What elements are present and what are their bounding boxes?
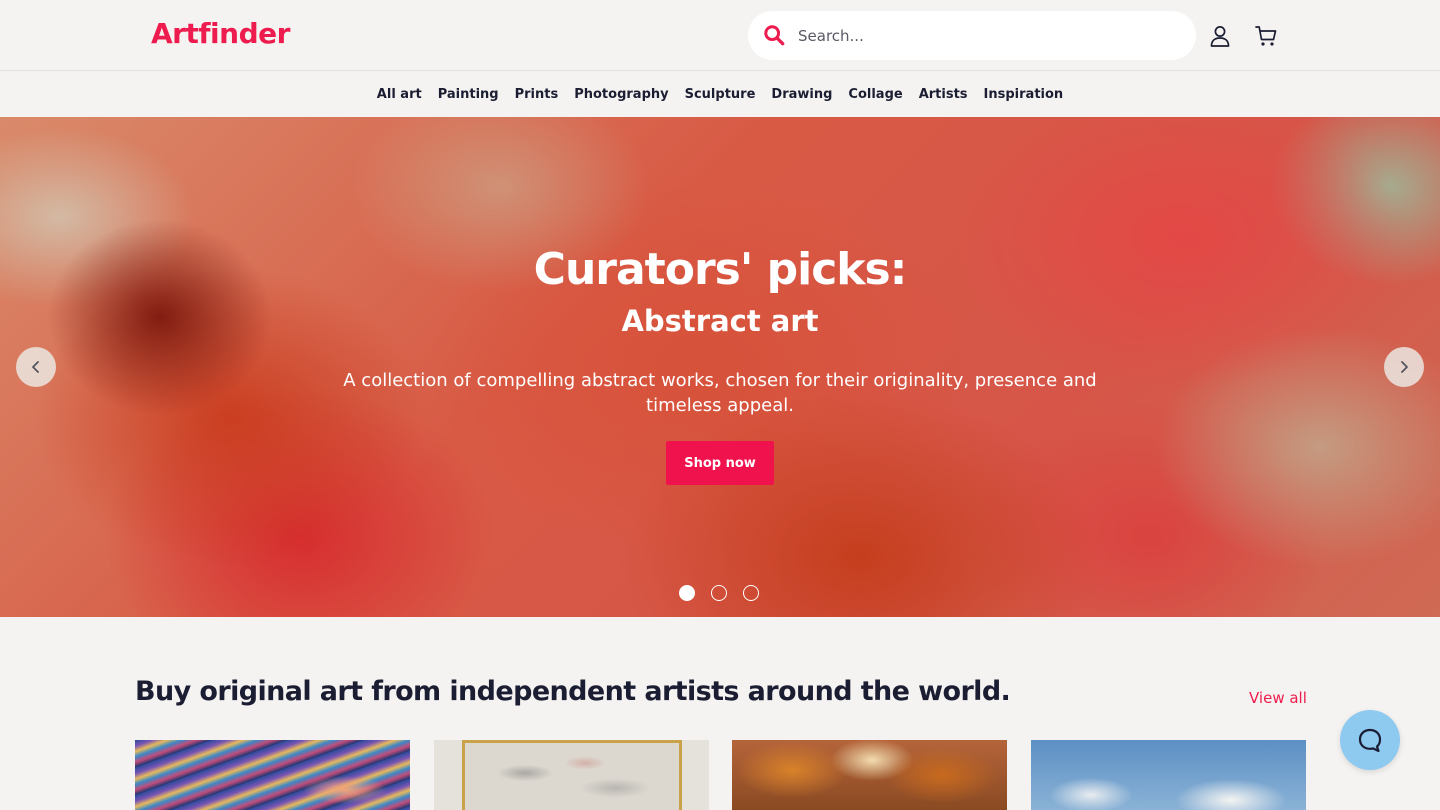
shop-now-button[interactable]: Shop now xyxy=(666,441,774,485)
user-icon[interactable] xyxy=(1208,24,1232,48)
nav-item-drawing[interactable]: Drawing xyxy=(771,87,832,102)
artfinder-logo[interactable]: Artfinder xyxy=(151,17,290,50)
nav-item-collage[interactable]: Collage xyxy=(848,87,902,102)
section-title: Buy original art from independent artist… xyxy=(135,676,1011,707)
carousel-prev-button[interactable] xyxy=(16,347,56,387)
artwork-frame xyxy=(462,740,682,810)
help-chat-button[interactable] xyxy=(1340,710,1400,770)
hero-carousel: Curators' picks: Abstract art A collecti… xyxy=(0,117,1440,617)
hero-subtitle: Abstract art xyxy=(621,304,819,338)
artwork-thumbnail-2[interactable] xyxy=(434,740,709,810)
carousel-dot-1[interactable] xyxy=(679,585,695,601)
chevron-left-icon xyxy=(32,361,39,373)
nav-item-sculpture[interactable]: Sculpture xyxy=(685,87,756,102)
site-header: Artfinder xyxy=(0,0,1440,71)
nav-item-artists[interactable]: Artists xyxy=(919,87,968,102)
nav-item-all-art[interactable]: All art xyxy=(377,87,422,102)
hero-title: Curators' picks: xyxy=(533,244,908,295)
category-nav: All art Painting Prints Photography Scul… xyxy=(0,71,1440,117)
nav-item-photography[interactable]: Photography xyxy=(574,87,668,102)
cart-icon[interactable] xyxy=(1254,24,1278,48)
search-icon[interactable] xyxy=(763,24,785,46)
nav-item-painting[interactable]: Painting xyxy=(438,87,499,102)
search-bar[interactable] xyxy=(748,11,1196,60)
carousel-dots xyxy=(679,585,759,601)
carousel-dot-2[interactable] xyxy=(711,585,727,601)
hero-description: A collection of compelling abstract work… xyxy=(343,370,1097,416)
artwork-thumbnail-3[interactable] xyxy=(732,740,1007,810)
carousel-next-button[interactable] xyxy=(1384,347,1424,387)
carousel-dot-3[interactable] xyxy=(743,585,759,601)
chat-bubble-icon xyxy=(1358,728,1382,753)
artwork-thumbnail-1[interactable] xyxy=(135,740,410,810)
nav-item-inspiration[interactable]: Inspiration xyxy=(984,87,1064,102)
search-input[interactable] xyxy=(798,26,1178,45)
artwork-thumbnail-4[interactable] xyxy=(1031,740,1306,810)
chevron-right-icon xyxy=(1401,361,1408,373)
view-all-link[interactable]: View all xyxy=(1249,689,1307,707)
nav-item-prints[interactable]: Prints xyxy=(515,87,559,102)
